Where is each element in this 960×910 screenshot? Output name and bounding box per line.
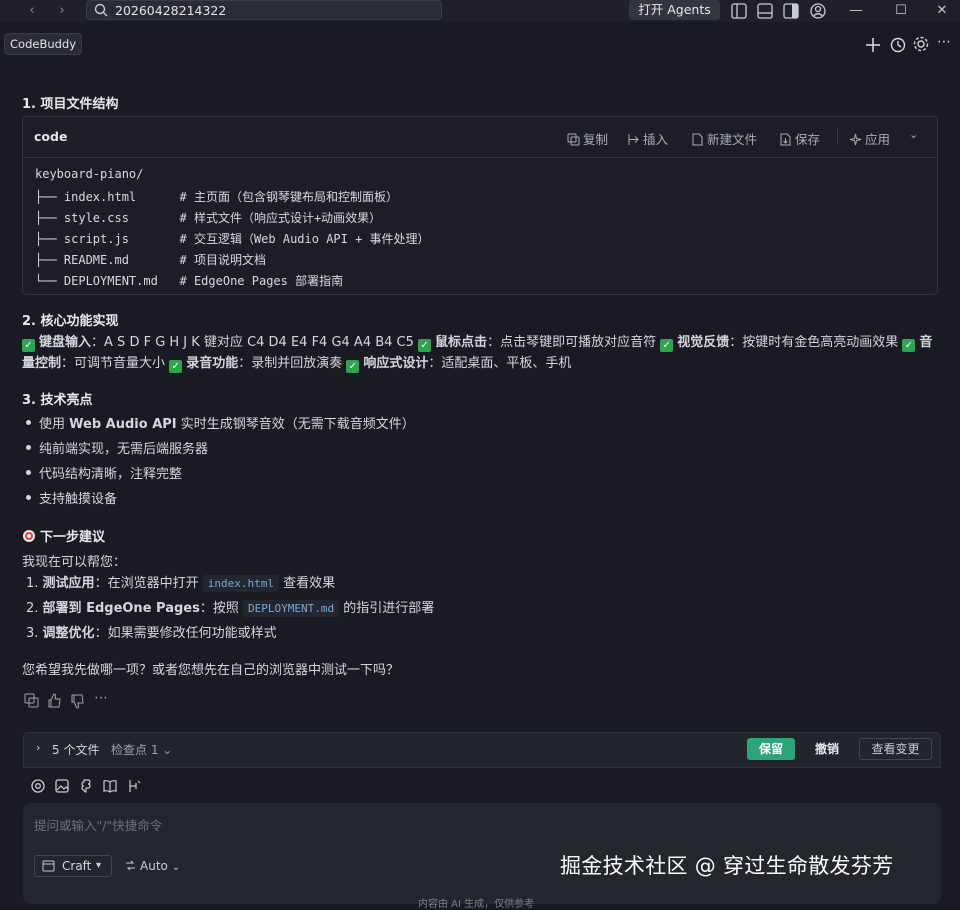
next-steps-heading: 下一步建议 [22, 526, 105, 545]
new-chat-icon[interactable] [864, 36, 882, 54]
forward-icon[interactable]: › [52, 1, 72, 21]
chevron-down-icon: ⌄ [171, 862, 181, 873]
review-changes-button[interactable]: 查看变更 [859, 738, 932, 760]
open-agents-button[interactable]: 打开 Agents [629, 0, 720, 20]
features-paragraph: ✓ 键盘输入：A S D F G H J K 键对应 C4 D4 E4 F4 G4… [22, 335, 933, 373]
chevron-right-icon[interactable]: › [36, 741, 40, 754]
check-icon: ✓ [346, 360, 360, 373]
feature-desc: 适配桌面、平板、手机 [441, 356, 572, 371]
inline-code: index.html [202, 575, 279, 592]
history-icon[interactable] [889, 36, 907, 54]
back-icon[interactable]: ‹ [22, 1, 42, 21]
feature-title: 键盘输入 [39, 335, 92, 350]
changed-files-count[interactable]: 5 个文件 [52, 741, 99, 758]
code-line: ├── index.html # 主页面（包含钢琴键布局和控制面板） [35, 190, 398, 204]
more-icon[interactable]: ⋯ [94, 690, 108, 706]
code-line: ├── script.js # 交互逻辑（Web Audio API + 事件处… [35, 232, 430, 246]
checkpoint-select[interactable]: 检查点 1 ⌄ [111, 741, 172, 758]
section3-heading: 3. 技术亮点 [22, 393, 93, 408]
target-icon [23, 530, 35, 542]
copy-icon [567, 133, 580, 146]
search-icon [94, 3, 108, 17]
feature-desc: A S D F G H J K 键对应 C4 D4 E4 F4 G4 A4 B4… [104, 335, 414, 350]
next-intro: 我现在可以帮您： [22, 555, 127, 570]
book-icon[interactable] [102, 778, 118, 794]
closing-question: 您希望我先做哪一项？或者您想先在自己的浏览器中测试一下吗？ [22, 663, 400, 678]
chevron-down-icon[interactable]: ⌄ [909, 128, 918, 141]
minimize-button[interactable]: — [834, 0, 878, 22]
settings-gear-icon[interactable] [912, 35, 930, 53]
feature-desc: 录制并回放演奏 [251, 356, 343, 371]
chat-input-placeholder[interactable]: 提问或输入"/"快捷命令 [34, 815, 162, 834]
check-icon: ✓ [660, 339, 674, 352]
sparkle-icon [849, 133, 862, 146]
feature-title: 响应式设计 [363, 356, 429, 371]
search-input[interactable]: 20260428214322 [86, 0, 442, 20]
new-file-button[interactable]: 新建文件 [691, 129, 757, 148]
rules-icon[interactable] [126, 778, 142, 794]
code-line: └── DEPLOYMENT.md # EdgeOne Pages 部署指南 [35, 274, 344, 288]
check-icon: ✓ [169, 360, 183, 373]
feature-desc: 点击琴键即可播放对应音符 [500, 335, 657, 350]
close-button[interactable]: ✕ [924, 0, 960, 22]
figma-icon[interactable] [78, 778, 94, 794]
check-icon: ✓ [418, 339, 432, 352]
account-icon[interactable] [808, 1, 828, 21]
save-icon [780, 133, 791, 146]
inline-code: DEPLOYMENT.md [243, 600, 340, 617]
image-icon[interactable] [54, 778, 70, 794]
changes-bar: › 5 个文件 检查点 1 ⌄ 保留 撤销 查看变更 [23, 732, 941, 768]
mode-select[interactable]: Craft ▾ [34, 855, 112, 877]
section2-heading: 2. 核心功能实现 [22, 314, 119, 329]
model-icon [126, 860, 135, 871]
section1-heading: 1. 项目文件结构 [22, 97, 119, 112]
save-button[interactable]: 保存 [779, 129, 820, 148]
search-value: 20260428214322 [115, 3, 227, 18]
copy-button[interactable]: 复制 [567, 129, 608, 148]
ai-disclaimer: 内容由 AI 生成，仅供参考 [418, 899, 535, 910]
apply-button[interactable]: 应用 [849, 129, 890, 148]
code-block: code 复制 插入 新建文件 保存 应用 ⌄ keyboard-piano/ … [22, 116, 938, 295]
mode-icon [42, 860, 55, 872]
feature-title: 鼠标点击 [435, 335, 488, 350]
copy-icon[interactable] [24, 693, 39, 708]
list-item: 3. 调整优化：如果需要修改任何功能或样式 [26, 626, 277, 641]
chevron-down-icon: ▾ [96, 860, 102, 871]
undo-button[interactable]: 撤销 [803, 738, 851, 760]
thumbs-down-icon[interactable] [70, 694, 85, 709]
toggle-sidebar-icon[interactable] [729, 1, 749, 21]
feature-desc: 可调节音量大小 [74, 356, 166, 371]
toggle-panel-icon[interactable] [755, 1, 775, 21]
divider [837, 127, 838, 145]
insert-button[interactable]: 插入 [627, 129, 668, 148]
list-item: 2. 部署到 EdgeOne Pages：按照 DEPLOYMENT.md 的指… [26, 600, 435, 617]
code-language: code [34, 129, 68, 144]
insert-icon [628, 134, 639, 145]
feature-desc: 按键时有金色高亮动画效果 [742, 335, 899, 350]
feature-title: 视觉反馈 [677, 335, 730, 350]
new-file-icon [692, 133, 703, 146]
more-icon[interactable]: ⋯ [937, 34, 951, 50]
mention-icon[interactable] [30, 778, 46, 794]
toggle-secondary-sidebar-icon[interactable] [781, 1, 801, 21]
model-select[interactable]: Auto ⌄ [124, 855, 180, 877]
code-line: ├── style.css # 样式文件（响应式设计+动画效果） [35, 211, 382, 225]
code-header: code 复制 插入 新建文件 保存 应用 ⌄ [23, 117, 937, 158]
tab-codebuddy[interactable]: CodeBuddy [4, 33, 83, 55]
code-line: keyboard-piano/ [35, 167, 144, 181]
keep-button[interactable]: 保留 [747, 738, 795, 760]
list-item: 1. 测试应用：在浏览器中打开 index.html 查看效果 [26, 575, 336, 592]
feature-title: 录音功能 [186, 356, 239, 371]
check-icon: ✓ [902, 339, 916, 352]
code-line: ├── README.md # 项目说明文档 [35, 253, 266, 267]
check-icon: ✓ [22, 339, 35, 352]
watermark: 掘金技术社区 @ 穿过生命散发芬芳 [560, 854, 894, 878]
maximize-button[interactable]: ☐ [879, 0, 923, 22]
thumbs-up-icon[interactable] [47, 693, 62, 708]
